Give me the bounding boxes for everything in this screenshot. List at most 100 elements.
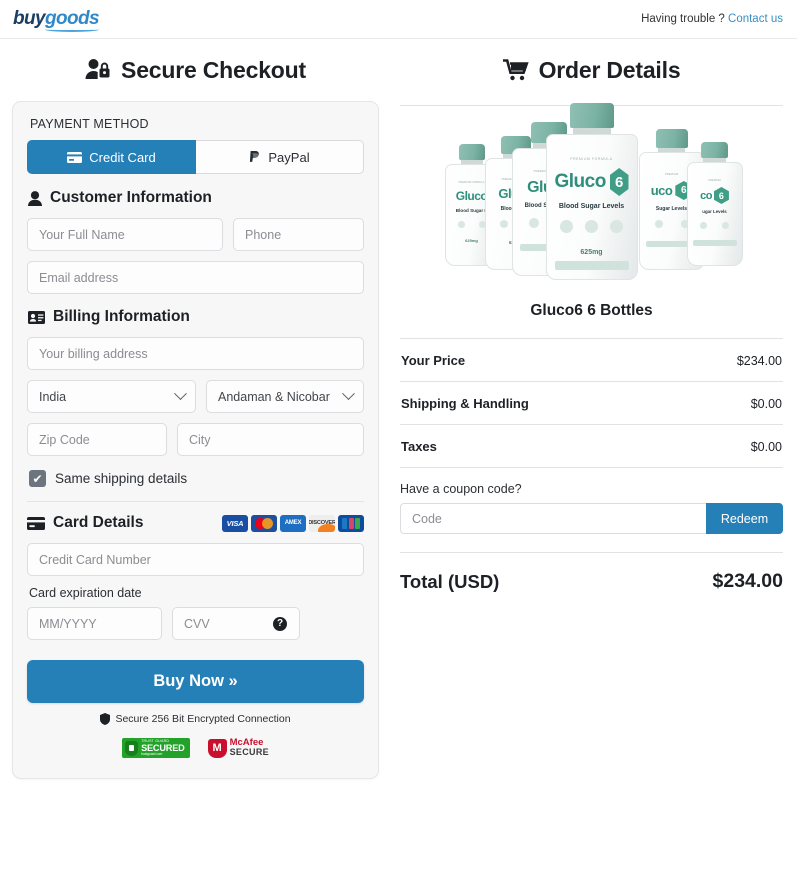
city-input[interactable]: City [177,423,364,456]
order-details-title: Order Details [538,56,681,83]
expiration-label: Card expiration date [29,586,142,600]
total-value: $234.00 [712,570,784,592]
expiration-input[interactable]: MM/YYYY [27,607,162,640]
bottle-back-right: PREMIUM co 6 ugar Levels [686,142,743,266]
same-shipping-row[interactable]: ✔ Same shipping details [29,470,364,487]
shopping-cart-icon [502,59,529,81]
price-row-taxes: Taxes $0.00 [400,424,783,467]
card-number-input[interactable]: Credit Card Number [27,543,364,576]
mcafee-badge: M McAfee SECURE [207,738,269,758]
mcafee-text: McAfee SECURE [230,738,269,757]
trust-guard-shield-icon [125,740,139,756]
customer-information-title: Customer Information [50,189,212,206]
customer-information-heading: Customer Information [28,189,364,207]
card-details-header: Card Details VISA AMEX DISCOVER [27,514,364,532]
payment-method-label: PAYMENT METHOD [30,117,149,131]
section-divider [27,501,364,502]
trust-guard-badge: TRUST GUARD SECURED trustguard.com [122,738,190,758]
secure-checkout-title: Secure Checkout [121,56,306,83]
mcafee-shield-icon: M [207,738,227,758]
secure-checkout-heading: Secure Checkout [12,39,379,101]
shipping-value: $0.00 [750,396,782,411]
help-text: Having trouble ? [641,13,725,25]
buy-now-button[interactable]: Buy Now » [27,660,364,703]
redeem-button[interactable]: Redeem [706,503,783,534]
email-row: Email address [27,261,364,294]
logo-goods-label: goods [44,8,100,29]
state-select-value: Andaman & Nicobar [218,389,330,404]
logo-text-goods: goods [44,8,100,32]
card-details-heading: Card Details [27,514,143,532]
amex-icon: AMEX [280,514,306,532]
chevron-down-icon [174,387,187,401]
trust-guard-bottom: trustguard.com [141,751,163,756]
coupon-section: Have a coupon code? Code Redeem [400,467,783,534]
card-details-title: Card Details [53,514,144,531]
order-details-column: Order Details PREMIUM FORMULA Gluco Bloo… [392,39,797,779]
contact-us-link[interactable]: Contact us [728,13,783,25]
email-input[interactable]: Email address [27,261,364,294]
card-number-row: Credit Card Number [27,543,364,576]
country-select[interactable]: India [27,380,196,413]
bottle-sub-label: PREMIUM FORMULA [570,157,613,161]
your-price-label: Your Price [401,353,466,368]
coupon-input[interactable]: Code [400,503,706,534]
name-phone-row: Your Full Name Phone [27,218,364,251]
payment-method-tabs: Credit Card PayPal [27,140,364,174]
country-select-value: India [39,389,67,404]
buygoods-logo[interactable]: buy goods [13,8,100,32]
price-row-shipping: Shipping & Handling $0.00 [400,381,783,424]
question-mark-icon[interactable]: ? [273,616,287,631]
paypal-icon [249,150,261,164]
checkout-column: Secure Checkout PAYMENT METHOD Credit Ca… [0,39,392,779]
tab-credit-card[interactable]: Credit Card [27,140,196,174]
secure-connection-note: Secure 256 Bit Encrypted Connection [27,713,364,725]
secure-note-text: Secure 256 Bit Encrypted Connection [115,713,291,725]
full-name-input[interactable]: Your Full Name [27,218,223,251]
credit-card-icon [67,151,83,163]
checkout-panel: PAYMENT METHOD Credit Card PayPal Custom… [12,101,379,779]
bottle-front-center: PREMIUM FORMULA Gluco 6 Blood Sugar Leve… [545,103,638,280]
zip-code-input[interactable]: Zip Code [27,423,167,456]
same-shipping-checkbox[interactable]: ✔ [29,470,46,487]
taxes-value: $0.00 [750,439,782,454]
billing-information-title: Billing Information [53,308,190,325]
taxes-label: Taxes [401,439,437,454]
coupon-group: Code Redeem [400,503,783,534]
billing-address-input[interactable]: Your billing address [27,337,364,370]
order-details-heading: Order Details [400,39,783,101]
phone-input[interactable]: Phone [233,218,364,251]
mastercard-icon [251,514,277,532]
coupon-label: Have a coupon code? [400,482,522,496]
your-price-value: $234.00 [736,353,782,368]
billing-information-heading: Billing Information [28,308,364,326]
jcb-icon [338,514,364,532]
country-state-row: India Andaman & Nicobar [27,380,364,413]
total-row: Total (USD) $234.00 [400,552,783,593]
address-row: Your billing address [27,337,364,370]
discover-label: DISCOVER [309,520,335,526]
user-icon [28,190,42,206]
same-shipping-label: Same shipping details [55,471,188,486]
logo-text-buy: buy [13,8,46,29]
help-area: Having trouble ? Contact us [641,13,783,25]
cvv-input[interactable]: CVV ? [172,607,300,640]
product-block: PREMIUM FORMULA Gluco Blood Sugar L 625m… [400,103,783,320]
mcafee-sub: SECURE [229,747,269,758]
bottle-dosage: 625mg [580,249,603,256]
tab-credit-card-label: Credit Card [89,149,156,165]
state-select[interactable]: Andaman & Nicobar [206,380,364,413]
person-lock-icon [85,58,111,82]
card-icon [27,516,45,530]
discover-icon: DISCOVER [309,514,335,532]
product-image: PREMIUM FORMULA Gluco Blood Sugar L 625m… [437,103,747,280]
total-label: Total (USD) [400,570,500,592]
price-row-your-price: Your Price $234.00 [400,338,783,381]
bottle-tagline: Blood Sugar Levels [558,203,625,210]
page-body: Secure Checkout PAYMENT METHOD Credit Ca… [0,39,797,779]
chevron-down-icon [342,387,355,401]
accepted-cards: VISA AMEX DISCOVER [222,514,364,532]
logo-swoosh-icon [44,27,99,32]
tab-paypal[interactable]: PayPal [196,140,364,174]
bottle-brand: Gluco [554,171,607,192]
